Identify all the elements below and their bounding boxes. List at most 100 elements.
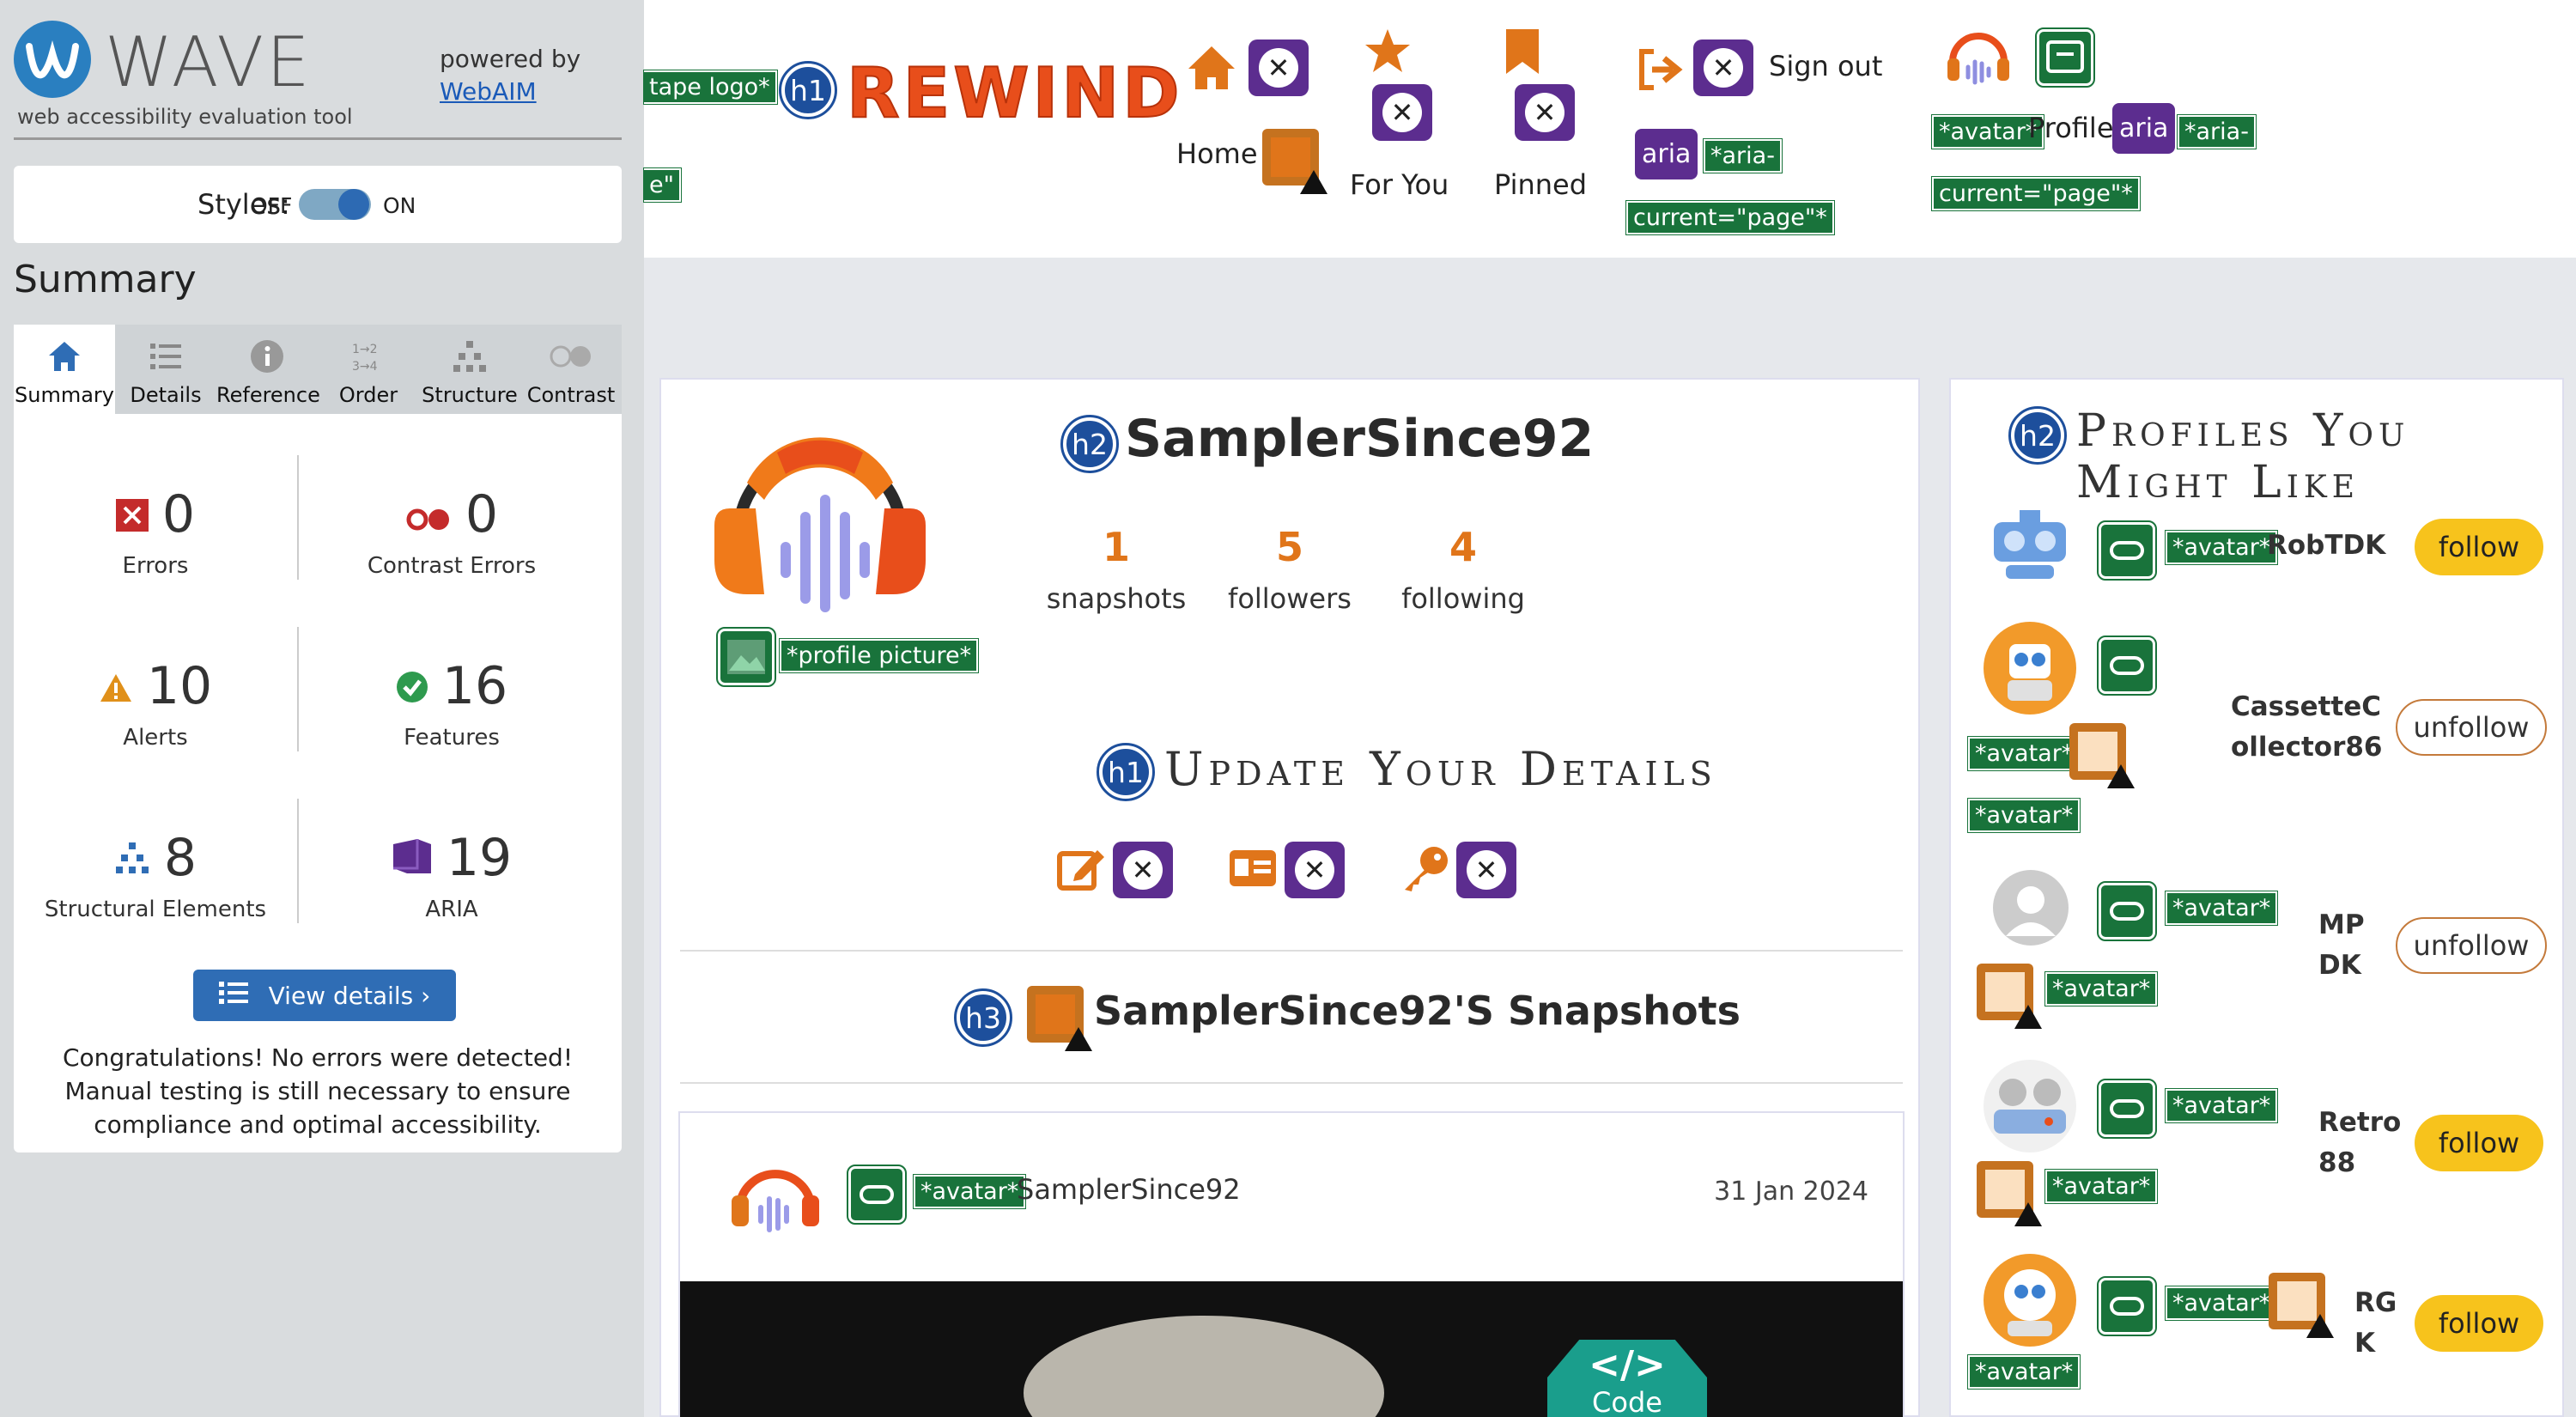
robot-avatar-icon[interactable] (1982, 1252, 2078, 1352)
wave-sidebar: WAVE web accessibility evaluation tool p… (0, 0, 644, 1417)
alert-icon (99, 656, 133, 716)
avatar-tag: *avatar* (1930, 114, 2045, 149)
sign-out-icon[interactable] (1637, 48, 1685, 94)
avatar-tag: *avatar* (2044, 971, 2159, 1006)
avatar-tag: *avatar* (2164, 1286, 2279, 1321)
h2-badge: h2 (2008, 406, 2067, 465)
follow-button[interactable]: follow (2415, 1295, 2543, 1352)
aria-badge: aria (2112, 103, 2176, 154)
features-stat[interactable]: 16 Features (310, 656, 593, 751)
alert-image-icon (1977, 1161, 2042, 1226)
h2-badge: h2 (1060, 415, 1119, 473)
brand-logo[interactable]: REWIND (846, 52, 1183, 134)
link-icon (2097, 520, 2157, 581)
nav-sign-out[interactable]: Sign out (1769, 50, 1882, 82)
follow-button[interactable]: follow (2415, 519, 2543, 575)
post-image[interactable]: </> Code (680, 1281, 1903, 1417)
nav-profile[interactable]: Profile (2028, 112, 2114, 144)
alt-tag-fragment: e" (642, 167, 683, 203)
code-icon: </> (1589, 1343, 1666, 1387)
person-name[interactable]: CassetteC ollector86 (2231, 687, 2383, 768)
tab-order[interactable]: 1→2 3→4 Order (318, 325, 419, 414)
tab-label: Details (130, 383, 202, 407)
person-name[interactable]: Retro 88 (2318, 1103, 2401, 1183)
robot-avatar-icon[interactable] (1982, 620, 2078, 720)
headphones-avatar-icon[interactable] (1944, 24, 2013, 91)
avatar-tag: *avatar* (2164, 530, 2279, 565)
error-x-icon: ✕ (1456, 842, 1516, 898)
toggle-knob[interactable] (338, 189, 369, 220)
error-x-icon: ✕ (1372, 84, 1432, 141)
follow-button[interactable]: follow (2415, 1115, 2543, 1171)
alerts-stat[interactable]: 10 Alerts (14, 656, 297, 751)
star-icon[interactable] (1364, 27, 1412, 77)
default-avatar-icon[interactable] (1992, 869, 2069, 950)
home-icon (14, 338, 115, 374)
structure-icon (114, 828, 150, 888)
tab-contrast[interactable]: Contrast (520, 325, 622, 414)
divider (297, 455, 299, 580)
profile-username: SamplerSince92 (1125, 409, 1595, 469)
summary-panel: 0 Errors 0 Contrast Errors 10 Alerts 16 … (14, 414, 622, 1152)
aria-stat[interactable]: 19 ARIA (310, 828, 593, 922)
link-image-icon (2035, 27, 2095, 88)
person-name-line: Retro (2318, 1107, 2402, 1138)
edit-icon[interactable] (1056, 843, 1106, 897)
profile-card: *profile picture* h2 SamplerSince92 1 sn… (659, 378, 1920, 1417)
features-label: Features (404, 725, 500, 751)
structural-stat[interactable]: 8 Structural Elements (14, 828, 297, 922)
h3-badge: h3 (954, 988, 1012, 1047)
tab-summary[interactable]: Summary (14, 325, 115, 414)
divider (297, 799, 299, 923)
alert-heading-icon (1027, 986, 1092, 1051)
aria-label: ARIA (425, 897, 478, 922)
error-x-icon: ✕ (1249, 40, 1309, 96)
alert-image-icon (2269, 1273, 2334, 1338)
contrast-icon (520, 338, 622, 374)
nav-home[interactable]: Home (1176, 137, 1258, 170)
following-count: 4 (1449, 524, 1477, 570)
contrast-errors-count: 0 (465, 484, 499, 544)
following-stat: 4 following (1377, 524, 1549, 615)
view-details-label: View details › (268, 981, 431, 1010)
view-details-button[interactable]: View details › (193, 970, 456, 1021)
key-icon[interactable] (1401, 843, 1451, 897)
person-name[interactable]: MP DK (2318, 905, 2365, 986)
tab-structure[interactable]: Structure (419, 325, 520, 414)
id-card-icon[interactable] (1228, 847, 1278, 893)
nav-pinned[interactable]: Pinned (1494, 168, 1587, 201)
robot-avatar-icon[interactable] (1982, 496, 2078, 596)
snapshot-post[interactable]: *avatar* SamplerSince92 31 Jan 2024 </> … (678, 1111, 1905, 1417)
structure-icon (419, 338, 520, 374)
feature-check-icon (396, 656, 428, 716)
unfollow-button[interactable]: unfollow (2396, 917, 2547, 974)
post-avatar-icon[interactable] (728, 1147, 823, 1240)
snapshots-heading: SamplerSince92'S Snapshots (1094, 988, 1741, 1034)
code-badge[interactable]: </> Code (1547, 1340, 1707, 1417)
errors-stat[interactable]: 0 Errors (14, 484, 297, 579)
person-name[interactable]: RobTDK (2267, 526, 2385, 566)
home-nav-icon[interactable] (1187, 43, 1236, 94)
post-image-blur (1024, 1316, 1384, 1417)
tab-details[interactable]: Details (115, 325, 216, 414)
person-name-line: RG (2354, 1287, 2397, 1318)
alerts-count: 10 (146, 656, 213, 716)
robot-avatar-icon[interactable] (1982, 1058, 2078, 1158)
webaim-link[interactable]: WebAIM (440, 77, 537, 106)
divider (14, 137, 622, 140)
list-icon (218, 980, 250, 1012)
tab-reference[interactable]: Reference (216, 325, 320, 414)
person-name[interactable]: RG K (2354, 1283, 2397, 1364)
person-name-line: CassetteC (2231, 691, 2382, 722)
svg-text:3→4: 3→4 (352, 360, 378, 374)
styles-toggle[interactable] (299, 189, 371, 220)
tab-label: Order (338, 383, 398, 407)
unfollow-button[interactable]: unfollow (2396, 699, 2547, 756)
nav-for-you[interactable]: For You (1350, 168, 1449, 201)
bookmark-icon[interactable] (1504, 27, 1540, 79)
error-x-icon: ✕ (1515, 84, 1575, 141)
contrast-errors-stat[interactable]: 0 Contrast Errors (310, 484, 593, 579)
snapshots-count: 1 (1102, 524, 1130, 570)
h1-badge: h1 (779, 61, 837, 119)
post-author[interactable]: SamplerSince92 (1017, 1173, 1241, 1206)
